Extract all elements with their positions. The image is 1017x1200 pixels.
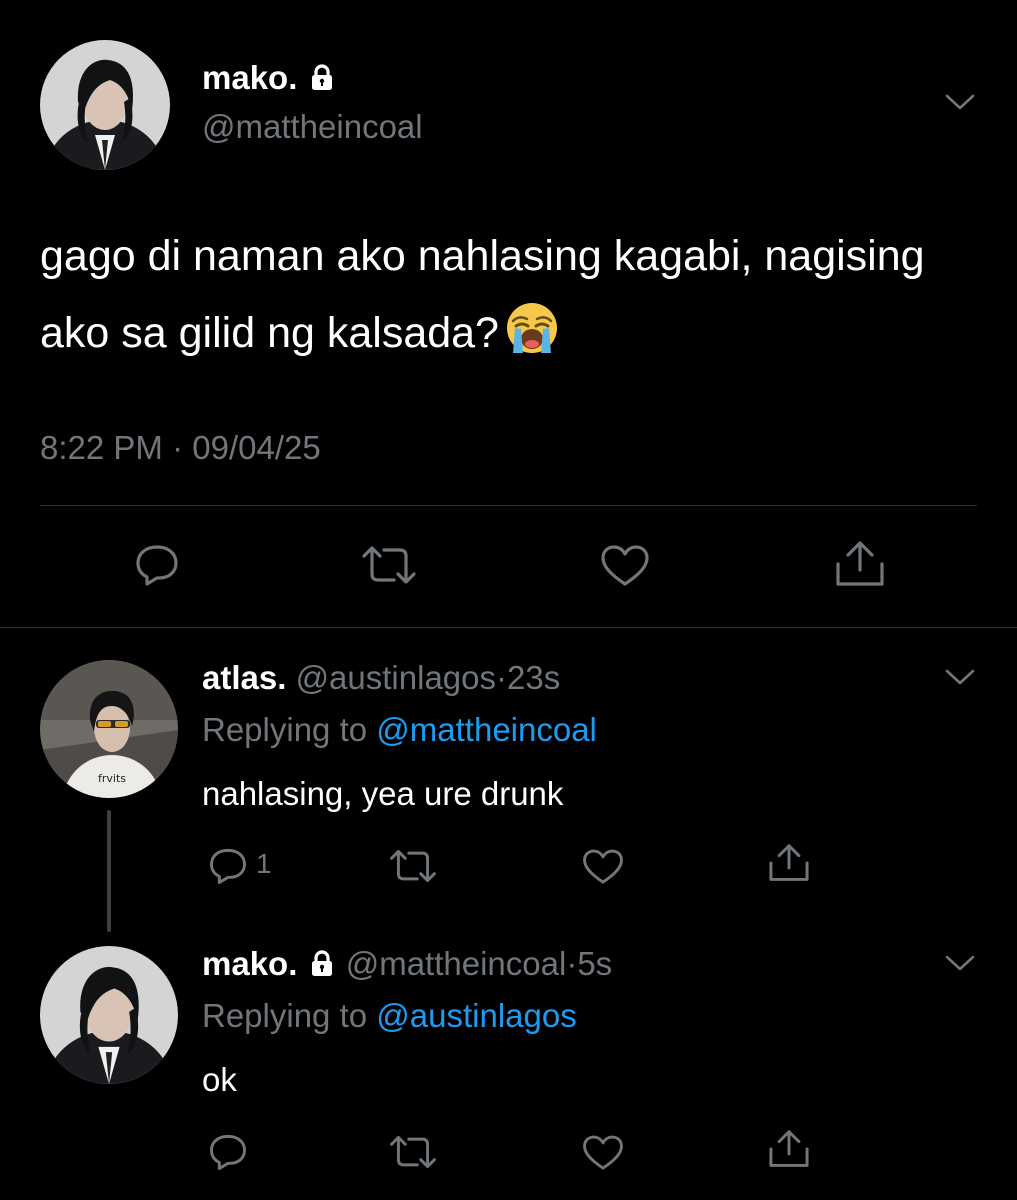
svg-text:frvits: frvits [98, 772, 126, 785]
lock-icon [307, 948, 337, 988]
separator: · [172, 429, 184, 466]
separator: · [496, 659, 508, 696]
loudly-crying-face-icon [505, 301, 559, 380]
heart-icon[interactable] [600, 544, 650, 588]
main-tweet-avatar[interactable] [40, 40, 170, 170]
replying-prefix: Replying to [202, 711, 368, 748]
replying-prefix: Replying to [202, 997, 368, 1034]
reply-text: nahlasing, yea ure drunk [202, 775, 564, 812]
share-icon[interactable] [832, 540, 888, 588]
chevron-down-icon[interactable] [944, 667, 976, 692]
replying-to-line: Replying to @mattheincoal [202, 710, 597, 750]
reply-header: atlas. @austinlagos·23s [202, 658, 560, 698]
main-tweet-timestamp: 8:22 PM · 09/04/25 [40, 428, 321, 468]
chevron-down-icon[interactable] [944, 953, 976, 978]
reply-avatar[interactable]: frvits [40, 660, 178, 798]
reply-icon[interactable] [208, 846, 248, 886]
reply-icon[interactable] [134, 542, 180, 588]
tweet-time: 8:22 PM [40, 429, 163, 466]
reply-handle[interactable]: @austinlagos [296, 659, 496, 696]
retweet-icon[interactable] [358, 544, 420, 586]
reply-text: ok [202, 1061, 237, 1098]
tweet-text: gago di naman ako nahlasing kagabi, nagi… [40, 232, 925, 357]
divider [40, 505, 977, 506]
retweet-icon[interactable] [386, 848, 440, 884]
replying-to-line: Replying to @austinlagos [202, 996, 577, 1036]
separator: · [566, 945, 578, 982]
reply-age: 23s [507, 659, 561, 696]
tweet-date: 09/04/25 [192, 429, 321, 466]
avatar-photo [40, 946, 178, 1084]
replying-to-link[interactable]: @mattheincoal [376, 711, 597, 748]
reply-count: 1 [256, 848, 272, 879]
reply-avatar[interactable] [40, 946, 178, 1084]
lock-icon [307, 62, 337, 102]
display-name-text: mako. [202, 59, 298, 96]
reply-header: mako. @mattheincoal·5s [202, 944, 612, 988]
reply-display-name[interactable]: atlas. [202, 659, 286, 696]
main-tweet-display-name[interactable]: mako. [202, 58, 337, 102]
reply-icon[interactable] [208, 1132, 248, 1172]
retweet-icon[interactable] [386, 1134, 440, 1170]
share-icon[interactable] [766, 1128, 812, 1170]
main-tweet-handle[interactable]: @mattheincoal [202, 107, 423, 147]
reply-display-name[interactable]: mako. [202, 945, 297, 982]
chevron-down-icon[interactable] [944, 92, 976, 117]
reply-age: 5s [577, 945, 613, 982]
thread-line [107, 810, 111, 932]
heart-icon[interactable] [582, 1134, 624, 1172]
reply-handle[interactable]: @mattheincoal [346, 945, 567, 982]
section-divider [0, 627, 1017, 628]
heart-icon[interactable] [582, 848, 624, 886]
replying-to-link[interactable]: @austinlagos [376, 997, 576, 1034]
main-tweet-text: gago di naman ako nahlasing kagabi, nagi… [40, 218, 1000, 380]
share-icon[interactable] [766, 842, 812, 884]
avatar-photo: frvits [40, 660, 178, 798]
avatar-photo [40, 40, 170, 170]
